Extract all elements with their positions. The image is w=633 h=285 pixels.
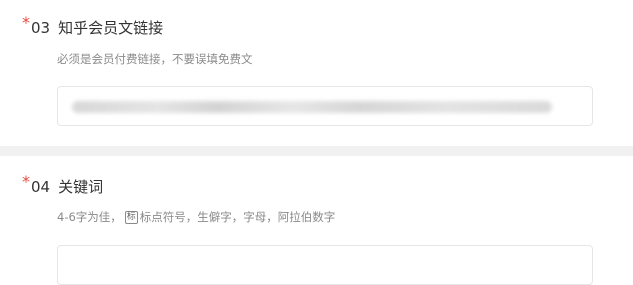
zhihu-link-input[interactable]	[57, 86, 593, 126]
question-04-title: * 04 关键词	[22, 172, 104, 197]
question-label: 知乎会员文链接	[58, 19, 164, 37]
hint-text-start: 4-6字为佳，	[57, 210, 122, 224]
question-04-hint: 4-6字为佳， 标 标点符号，生僻字，字母，阿拉伯数字	[57, 209, 335, 225]
section-divider	[0, 146, 633, 156]
keywords-input[interactable]	[57, 245, 593, 285]
question-03-hint: 必须是会员付费链接，不要误填免费文	[57, 52, 253, 66]
ban-icon: 标	[124, 210, 138, 224]
question-03-title: * 03 知乎会员文链接	[22, 13, 164, 38]
required-asterisk: *	[22, 13, 30, 32]
hint-text-end: 标点符号，生僻字，字母，阿拉伯数字	[139, 210, 336, 224]
blurred-input-value	[72, 101, 552, 113]
question-04-section: * 04 关键词 4-6字为佳， 标 标点符号，生僻字，字母，阿拉伯数字	[0, 156, 633, 285]
question-03-section: * 03 知乎会员文链接 必须是会员付费链接，不要误填免费文	[0, 0, 633, 146]
question-number: 04	[31, 178, 51, 196]
question-label: 关键词	[58, 178, 104, 196]
required-asterisk: *	[22, 172, 30, 191]
question-number: 03	[31, 19, 51, 37]
